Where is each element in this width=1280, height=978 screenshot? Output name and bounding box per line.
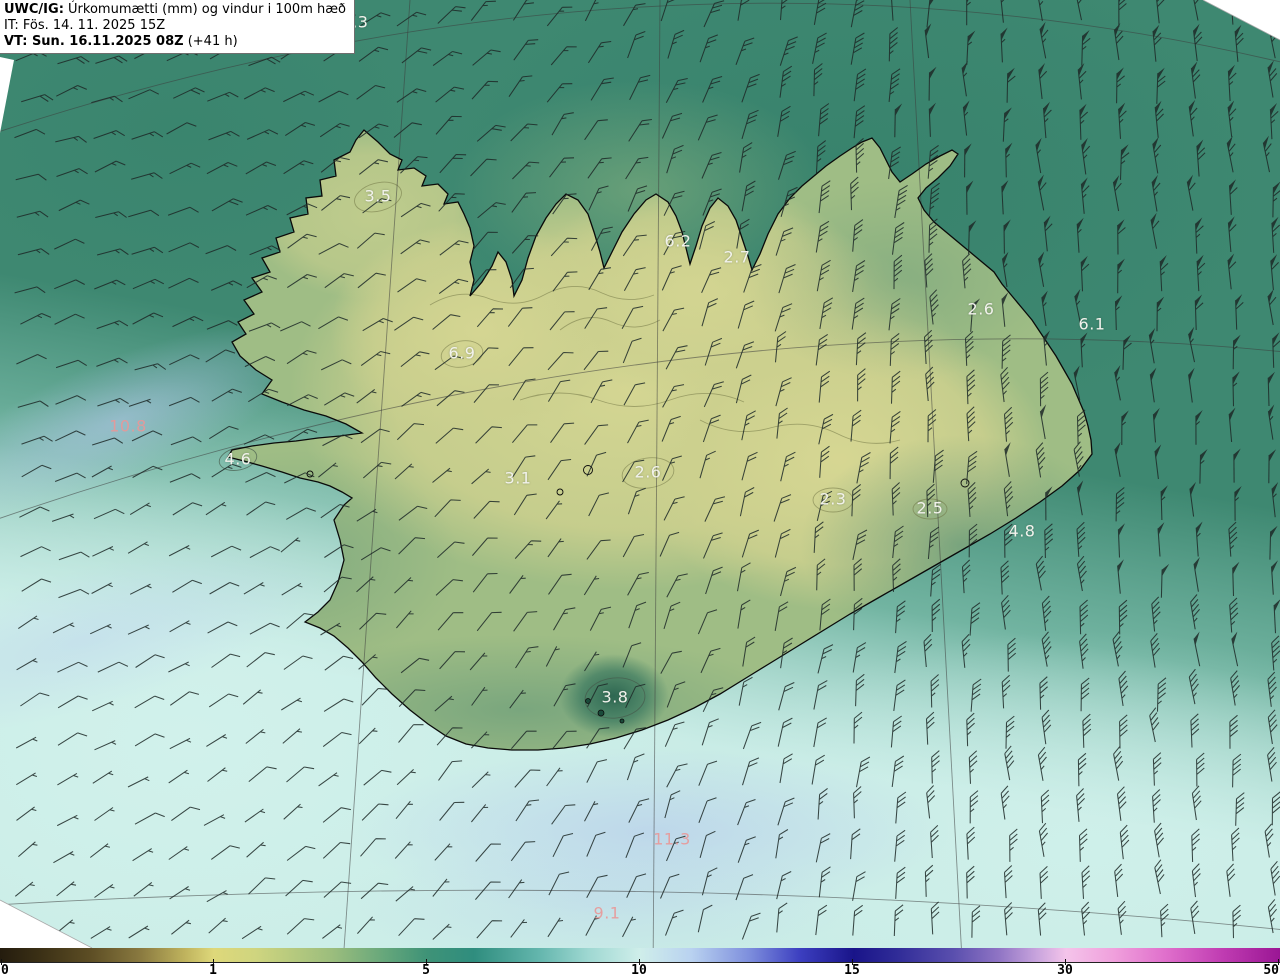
colorbar-tick-label: 15: [844, 963, 860, 978]
colorbar-tick-label: 5: [422, 963, 430, 978]
colorbar-tick-label: 30: [1057, 963, 1073, 978]
title-box: UWC/IG: Úrkomumætti (mm) og vindur i 100…: [0, 0, 355, 54]
title-line-valid-time: VT: Sun. 16.11.2025 08Z (+41 h): [4, 34, 346, 50]
title-line-product: UWC/IG: Úrkomumætti (mm) og vindur i 100…: [4, 2, 346, 18]
model-name: UWC/IG:: [4, 2, 64, 17]
colorbar-tick-label: 10: [631, 963, 647, 978]
weather-map-screen: 4.3 3.5 6.2 2.7 2.6 6.1 6.9 10.8 4.6 3.1 2.6 2.3 2.5…: [0, 0, 1280, 978]
colorbar-tick-label: 0: [1, 963, 9, 978]
map-svg: [0, 0, 1280, 948]
precipitation-colorbar: 0 1 5 10 15 30 50: [0, 948, 1280, 978]
title-line-init-time: IT: Fös. 14. 11. 2025 15Z: [4, 18, 166, 33]
valid-time: VT: Sun. 16.11.2025 08Z: [4, 34, 184, 49]
colorbar-tick-label: 50: [1263, 963, 1279, 978]
product-name: Úrkomumætti (mm) og vindur i 100m hæð: [68, 2, 346, 17]
weather-map: 4.3 3.5 6.2 2.7 2.6 6.1 6.9 10.8 4.6 3.1 2.6 2.3 2.5…: [0, 0, 1280, 948]
valid-offset: (+41 h): [187, 34, 238, 49]
colorbar-tick-label: 1: [209, 963, 217, 978]
colorbar-gradient: [0, 948, 1280, 963]
